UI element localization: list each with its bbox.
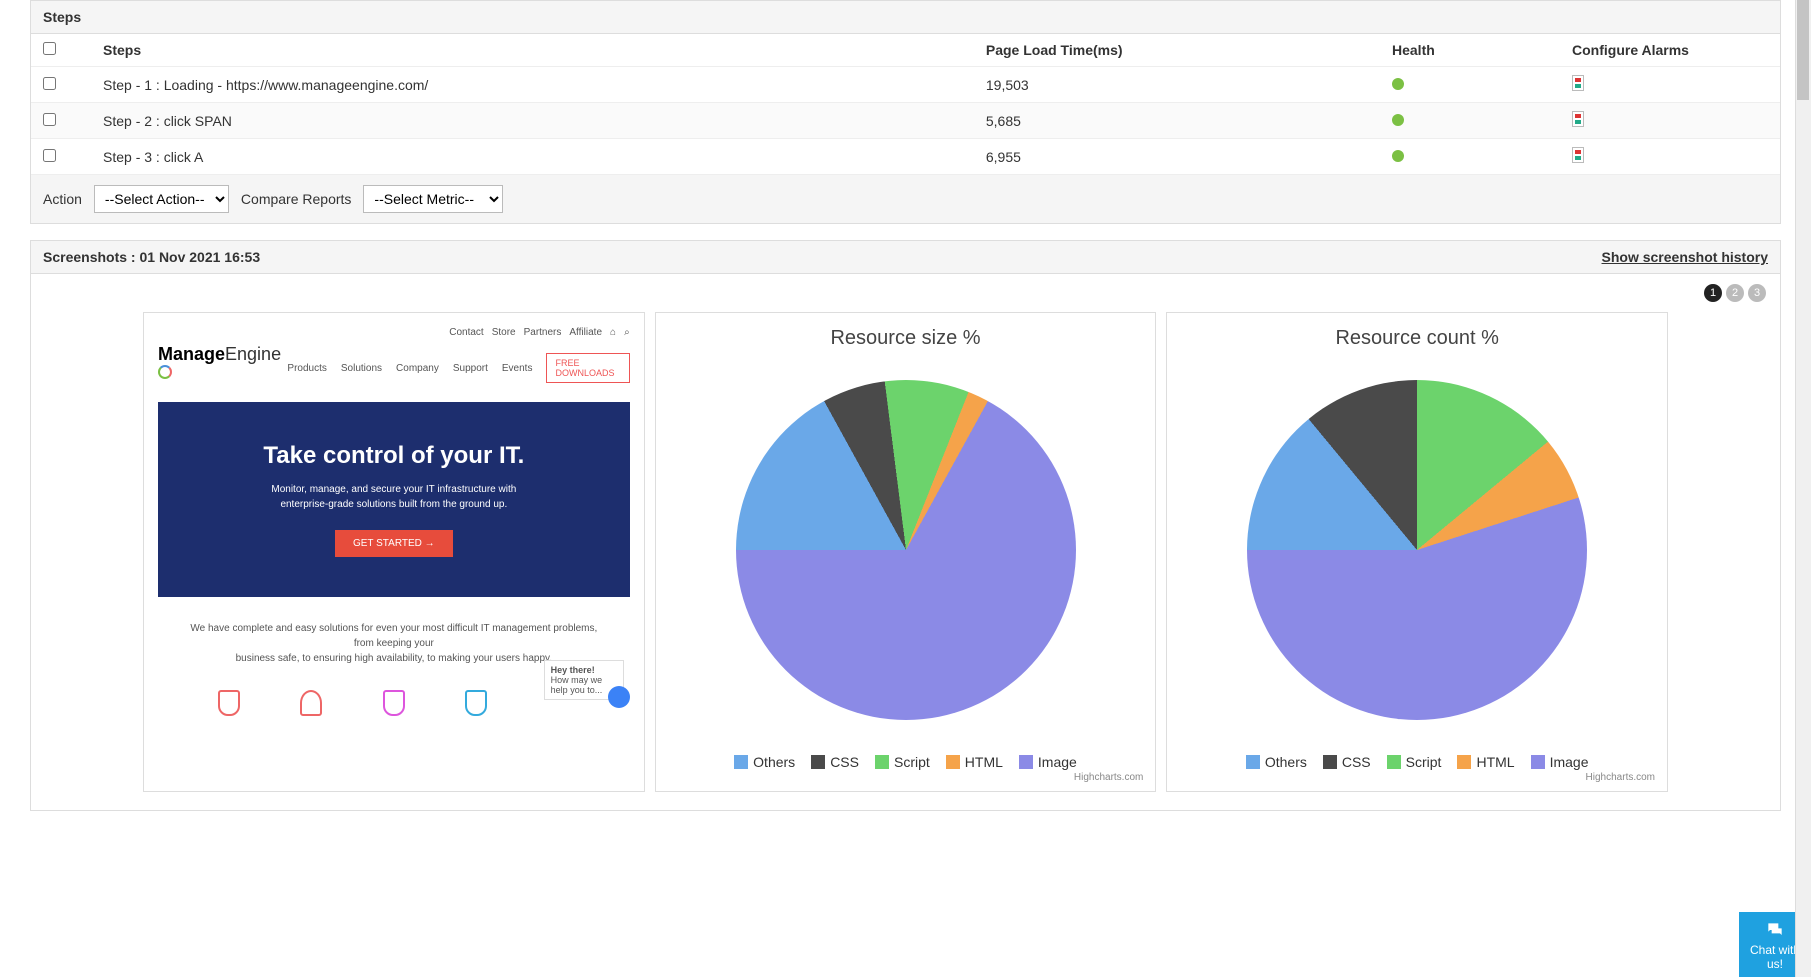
search-icon: ⌕ bbox=[624, 327, 630, 338]
thumb-menu: Support bbox=[453, 363, 488, 374]
action-bar: Action --Select Action-- Compare Reports… bbox=[31, 175, 1780, 223]
step-name: Step - 3 : click A bbox=[91, 139, 974, 175]
table-row: Step - 3 : click A 6,955 bbox=[31, 139, 1780, 175]
configure-alarm-icon[interactable] bbox=[1572, 111, 1584, 127]
chart-title: Resource count % bbox=[1167, 313, 1667, 356]
swatch-icon bbox=[1457, 755, 1471, 769]
row-checkbox[interactable] bbox=[43, 77, 56, 90]
hero-title: Take control of your IT. bbox=[188, 442, 600, 470]
screenshots-panel: Screenshots : 01 Nov 2021 16:53 Show scr… bbox=[30, 240, 1781, 811]
step-name: Step - 2 : click SPAN bbox=[91, 103, 974, 139]
pager-2[interactable]: 2 bbox=[1726, 284, 1744, 302]
category-icon bbox=[465, 690, 487, 716]
hero-sub: enterprise-grade solutions built from th… bbox=[188, 497, 600, 512]
screenshot-pager: 1 2 3 bbox=[31, 274, 1780, 312]
free-download-button: FREE DOWNLOADS bbox=[546, 353, 629, 383]
chart-legend: Others CSS Script HTML Image bbox=[1167, 744, 1667, 772]
steps-table: Steps Page Load Time(ms) Health Configur… bbox=[31, 34, 1780, 175]
table-row: Step - 1 : Loading - https://www.managee… bbox=[31, 67, 1780, 103]
scrollbar-thumb[interactable] bbox=[1797, 0, 1809, 100]
compare-select[interactable]: --Select Metric-- bbox=[363, 185, 503, 213]
swatch-icon bbox=[1387, 755, 1401, 769]
pager-1[interactable]: 1 bbox=[1704, 284, 1722, 302]
steps-panel: Steps Steps Page Load Time(ms) Health Co… bbox=[30, 0, 1781, 224]
col-health: Health bbox=[1380, 34, 1560, 67]
chat-fab-icon bbox=[608, 686, 630, 708]
screenshot-thumbnail[interactable]: Contact Store Partners Affiliate ⌂ ⌕ Man… bbox=[143, 312, 645, 792]
thumb-menu: Company bbox=[396, 363, 439, 374]
configure-alarm-icon[interactable] bbox=[1572, 147, 1584, 163]
thumb-link: Partners bbox=[524, 327, 562, 338]
scrollbar[interactable] bbox=[1795, 0, 1811, 977]
legend-item[interactable]: HTML bbox=[1457, 754, 1514, 770]
swatch-icon bbox=[734, 755, 748, 769]
step-load: 5,685 bbox=[974, 103, 1380, 139]
pager-3[interactable]: 3 bbox=[1748, 284, 1766, 302]
table-row: Step - 2 : click SPAN 5,685 bbox=[31, 103, 1780, 139]
hero-sub: Monitor, manage, and secure your IT infr… bbox=[188, 482, 600, 497]
legend-item[interactable]: HTML bbox=[946, 754, 1003, 770]
legend-item[interactable]: Image bbox=[1531, 754, 1589, 770]
chart-legend: Others CSS Script HTML Image bbox=[656, 744, 1156, 772]
col-alarm: Configure Alarms bbox=[1560, 34, 1780, 67]
show-history-link[interactable]: Show screenshot history bbox=[1602, 249, 1768, 265]
health-dot-icon bbox=[1392, 150, 1404, 162]
legend-item[interactable]: Script bbox=[1387, 754, 1442, 770]
get-started-button: GET STARTED → bbox=[335, 530, 453, 557]
legend-item[interactable]: Script bbox=[875, 754, 930, 770]
action-label: Action bbox=[43, 191, 82, 207]
col-load: Page Load Time(ms) bbox=[974, 34, 1380, 67]
row-checkbox[interactable] bbox=[43, 113, 56, 126]
screenshots-title: Screenshots : 01 Nov 2021 16:53 bbox=[43, 249, 260, 265]
chart-credit: Highcharts.com bbox=[656, 772, 1156, 791]
row-checkbox[interactable] bbox=[43, 149, 56, 162]
compare-label: Compare Reports bbox=[241, 191, 352, 207]
thumb-menu: Products bbox=[287, 363, 326, 374]
brand-logo: ManageEngine bbox=[158, 344, 287, 392]
swirl-icon bbox=[158, 365, 172, 379]
swatch-icon bbox=[1531, 755, 1545, 769]
health-dot-icon bbox=[1392, 78, 1404, 90]
legend-item[interactable]: CSS bbox=[811, 754, 859, 770]
user-icon: ⌂ bbox=[610, 327, 616, 338]
chat-icon bbox=[1765, 920, 1785, 940]
swatch-icon bbox=[811, 755, 825, 769]
hero: Take control of your IT. Monitor, manage… bbox=[158, 402, 630, 597]
action-select[interactable]: --Select Action-- bbox=[94, 185, 229, 213]
thumb-menu: Events bbox=[502, 363, 533, 374]
legend-item[interactable]: CSS bbox=[1323, 754, 1371, 770]
legend-item[interactable]: Others bbox=[1246, 754, 1307, 770]
health-dot-icon bbox=[1392, 114, 1404, 126]
chart-credit: Highcharts.com bbox=[1167, 772, 1667, 791]
configure-alarm-icon[interactable] bbox=[1572, 75, 1584, 91]
pie-chart-icon bbox=[1247, 380, 1587, 720]
resource-size-chart: Resource size % Others CSS Script HTML I… bbox=[655, 312, 1157, 792]
select-all-checkbox[interactable] bbox=[43, 42, 56, 55]
swatch-icon bbox=[1246, 755, 1260, 769]
steps-panel-title: Steps bbox=[31, 1, 1780, 34]
category-icon bbox=[383, 690, 405, 716]
category-icon bbox=[218, 690, 240, 716]
step-load: 19,503 bbox=[974, 67, 1380, 103]
thumb-link: Store bbox=[492, 327, 516, 338]
swatch-icon bbox=[1019, 755, 1033, 769]
legend-item[interactable]: Image bbox=[1019, 754, 1077, 770]
thumb-link: Affiliate bbox=[569, 327, 602, 338]
swatch-icon bbox=[875, 755, 889, 769]
legend-item[interactable]: Others bbox=[734, 754, 795, 770]
col-steps: Steps bbox=[91, 34, 974, 67]
thumb-menu: Solutions bbox=[341, 363, 382, 374]
pie-chart-icon bbox=[736, 380, 1076, 720]
step-load: 6,955 bbox=[974, 139, 1380, 175]
resource-count-chart: Resource count % Others CSS Script HTML … bbox=[1166, 312, 1668, 792]
swatch-icon bbox=[1323, 755, 1337, 769]
swatch-icon bbox=[946, 755, 960, 769]
step-name: Step - 1 : Loading - https://www.managee… bbox=[91, 67, 974, 103]
category-icon bbox=[300, 690, 322, 716]
thumb-link: Contact bbox=[449, 327, 483, 338]
chart-title: Resource size % bbox=[656, 313, 1156, 356]
